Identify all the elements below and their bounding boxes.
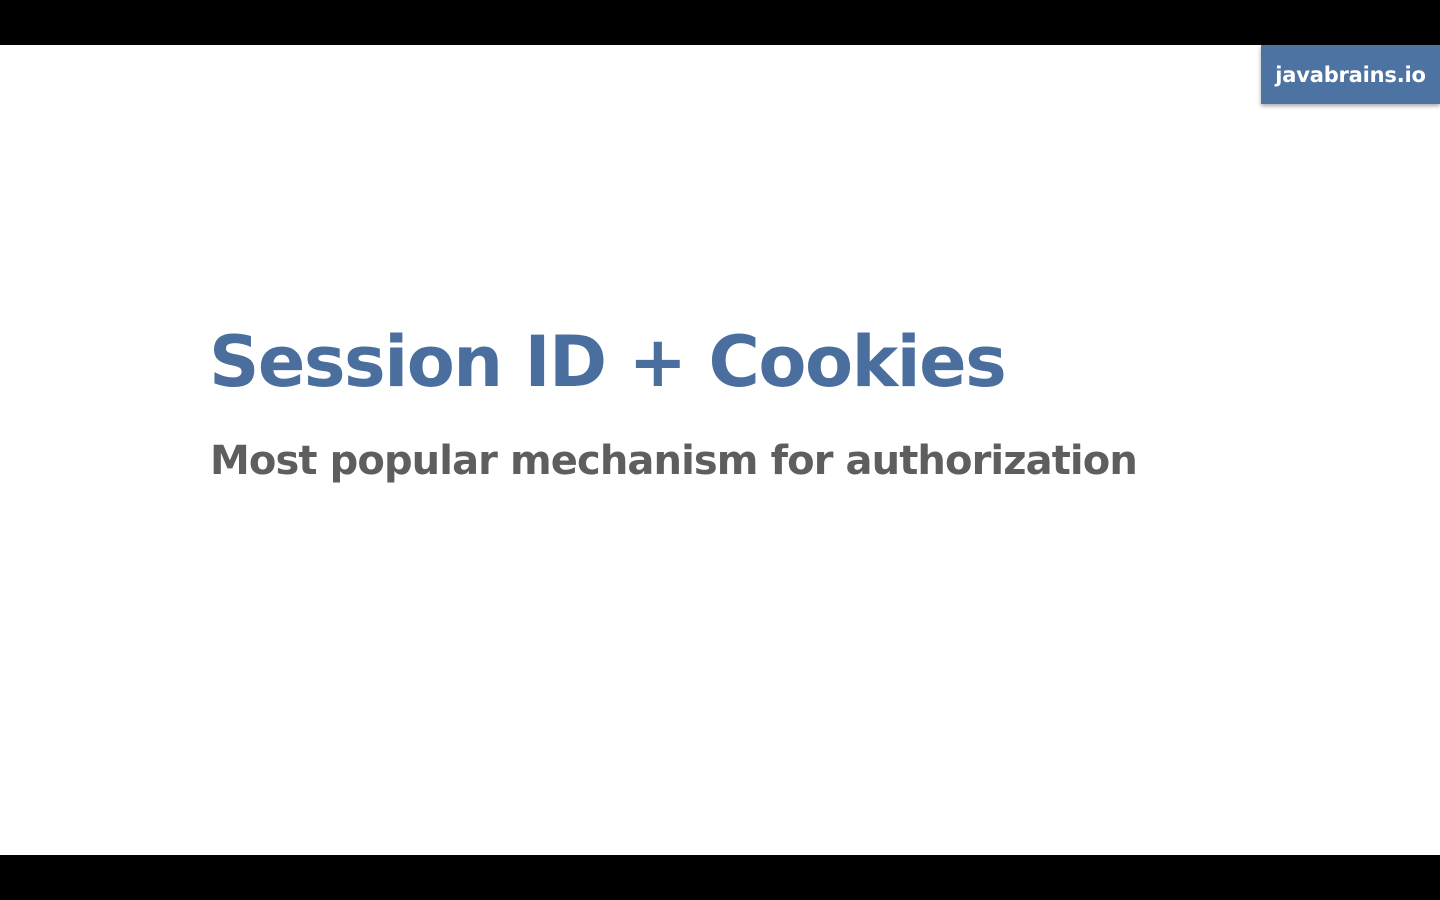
slide-subtitle: Most popular mechanism for authorization [210,438,1138,484]
video-letterbox-top [0,0,1440,45]
brand-label: javabrains.io [1275,62,1426,87]
slide-title: Session ID + Cookies [209,321,1007,403]
video-letterbox-bottom [0,855,1440,900]
brand-badge: javabrains.io [1261,45,1440,104]
presentation-slide: javabrains.io Session ID + Cookies Most … [0,45,1440,855]
